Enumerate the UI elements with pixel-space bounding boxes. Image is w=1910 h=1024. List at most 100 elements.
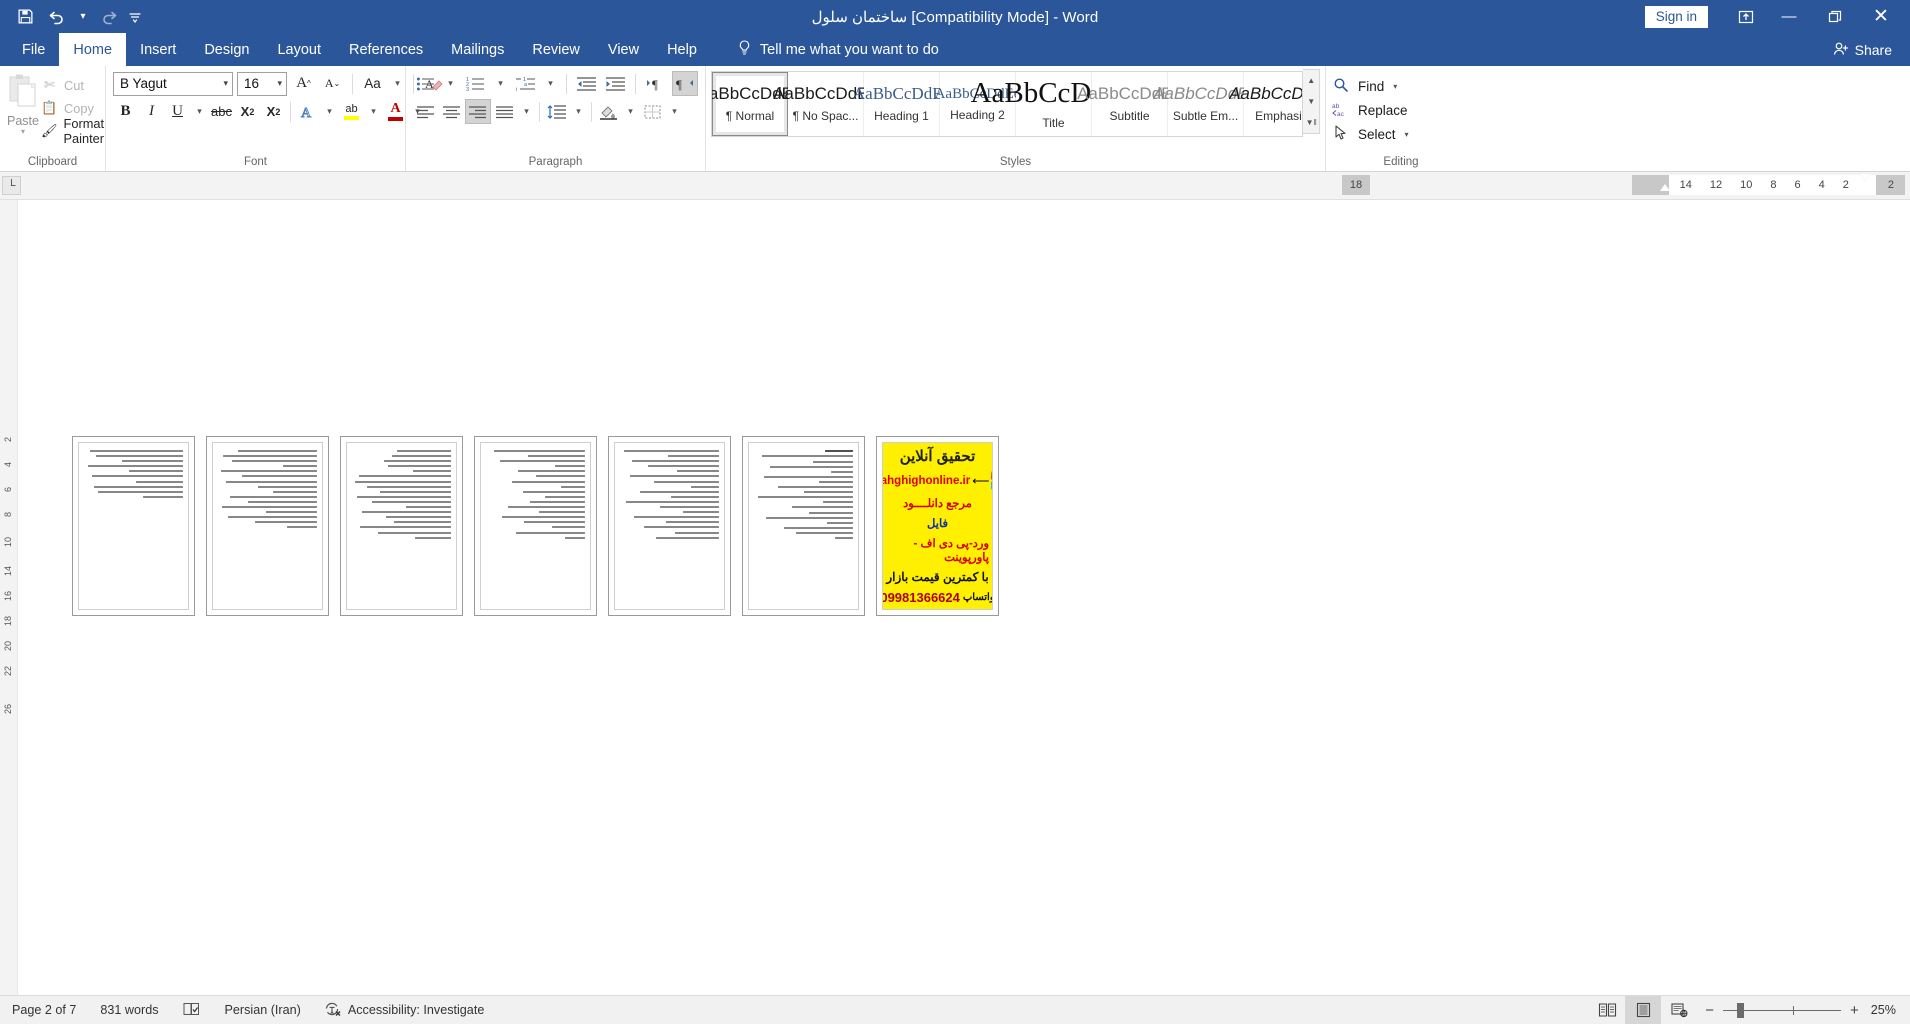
tab-file[interactable]: File	[8, 33, 59, 66]
replace-button[interactable]: ab ac Replace	[1331, 98, 1408, 122]
shading-button[interactable]	[596, 99, 621, 124]
line-spacing-dropdown-icon[interactable]: ▾	[570, 99, 587, 124]
change-case-button[interactable]: Aa	[360, 71, 385, 96]
page-indicator[interactable]: Page 2 of 7	[0, 996, 88, 1024]
underline-dropdown-icon[interactable]: ▾	[191, 99, 208, 124]
tab-references[interactable]: References	[335, 33, 437, 66]
underline-button[interactable]: U	[165, 99, 190, 124]
zoom-in-button[interactable]: +	[1850, 1002, 1859, 1019]
select-dropdown-icon[interactable]: ▾	[1405, 130, 1409, 139]
tab-view[interactable]: View	[594, 33, 653, 66]
font-size-dropdown-icon[interactable]: ▾	[271, 78, 282, 89]
styles-more-icon[interactable]: ▼‖	[1303, 112, 1319, 133]
accessibility-checker[interactable]: Accessibility: Investigate	[313, 996, 497, 1024]
text-highlight-color-button[interactable]: ab	[339, 99, 364, 124]
minimize-button[interactable]: —	[1766, 0, 1812, 33]
styles-scroll-down-icon[interactable]: ▼	[1303, 91, 1319, 112]
change-case-dropdown-icon[interactable]: ▾	[389, 71, 406, 96]
bold-button[interactable]: B	[113, 99, 138, 124]
multilevel-list-button[interactable]: 1ai	[513, 71, 538, 96]
zoom-control[interactable]: − +	[1697, 1002, 1871, 1019]
tab-layout[interactable]: Layout	[263, 33, 335, 66]
increase-indent-button[interactable]	[603, 71, 628, 96]
customize-quick-access-toolbar-icon[interactable]	[126, 4, 144, 30]
decrease-indent-button[interactable]	[574, 71, 599, 96]
align-center-button[interactable]	[439, 99, 464, 124]
style-normal[interactable]: AaBbCcDdEe ¶ Normal	[712, 72, 802, 136]
style-subtitle[interactable]: AaBbCcDdEe Subtitle	[1077, 72, 1182, 136]
align-right-button[interactable]	[465, 99, 491, 124]
font-name-dropdown-icon[interactable]: ▾	[217, 78, 228, 89]
style-subtle-emphasis[interactable]: AaBbCcDdEe Subtle Em...	[1153, 72, 1258, 136]
font-name-combo[interactable]: B Yagut ▾	[113, 71, 233, 96]
web-layout-view-button[interactable]	[1661, 996, 1697, 1024]
borders-dropdown-icon[interactable]: ▾	[666, 99, 683, 124]
proofing-status[interactable]	[171, 996, 213, 1024]
find-dropdown-icon[interactable]: ▾	[1393, 82, 1397, 91]
document-page-4[interactable]	[474, 436, 597, 616]
font-size-combo[interactable]: 16 ▾	[237, 71, 287, 96]
redo-icon[interactable]	[94, 4, 124, 30]
undo-dropdown-icon[interactable]: ▾	[74, 4, 92, 30]
align-left-button[interactable]	[413, 99, 438, 124]
shading-dropdown-icon[interactable]: ▾	[622, 99, 639, 124]
bullets-dropdown-icon[interactable]: ▾	[442, 71, 459, 96]
zoom-percentage[interactable]: 25%	[1871, 1003, 1910, 1017]
line-and-paragraph-spacing-button[interactable]	[544, 99, 569, 124]
bullets-button[interactable]	[413, 71, 438, 96]
italic-button[interactable]: I	[139, 99, 164, 124]
sign-in-button[interactable]: Sign in	[1644, 5, 1708, 28]
tab-insert[interactable]: Insert	[126, 33, 190, 66]
text-effects-button[interactable]: A	[295, 99, 320, 124]
document-page-2[interactable]	[206, 436, 329, 616]
save-icon[interactable]	[10, 4, 40, 30]
zoom-slider[interactable]	[1723, 1002, 1842, 1018]
close-button[interactable]: ✕	[1858, 0, 1904, 33]
style-emphasis[interactable]: AaBbCcDdEe Emphasis	[1229, 72, 1303, 136]
document-page-6[interactable]	[742, 436, 865, 616]
shrink-font-button[interactable]: A ⌄	[320, 71, 345, 96]
hanging-indent-markers[interactable]	[1858, 174, 1874, 195]
numbering-dropdown-icon[interactable]: ▾	[492, 71, 509, 96]
borders-button[interactable]	[640, 99, 665, 124]
multilevel-list-dropdown-icon[interactable]: ▾	[542, 71, 559, 96]
document-page-5[interactable]	[608, 436, 731, 616]
styles-gallery[interactable]: AaBbCcDdEe ¶ Normal AaBbCcDdEe ¶ No Spac…	[711, 71, 1304, 137]
tab-help[interactable]: Help	[653, 33, 711, 66]
styles-scroll-up-icon[interactable]: ▲	[1303, 70, 1319, 91]
paste-dropdown-icon[interactable]: ▾	[21, 128, 25, 136]
ribbon-display-options-icon[interactable]	[1726, 0, 1766, 33]
text-effects-dropdown-icon[interactable]: ▾	[321, 99, 338, 124]
document-page-7[interactable]: تحقیق آنلاین Tahghighonline.ir ⟵ مرجع دا…	[876, 436, 999, 616]
tell-me-search[interactable]: Tell me what you want to do	[725, 33, 951, 66]
print-layout-view-button[interactable]	[1625, 995, 1662, 1024]
select-button[interactable]: Select ▾	[1331, 122, 1409, 146]
superscript-button[interactable]: X2	[261, 99, 286, 124]
share-button[interactable]: Share	[1833, 33, 1910, 66]
word-count[interactable]: 831 words	[88, 996, 170, 1024]
styles-scroll-controls[interactable]: ▲ ▼ ▼‖	[1303, 69, 1320, 134]
justify-button[interactable]	[492, 99, 517, 124]
copy-button[interactable]: 📋 Copy	[41, 98, 105, 118]
left-to-right-text-direction-button[interactable]: ¶	[643, 71, 668, 96]
tab-home[interactable]: Home	[59, 33, 127, 66]
restore-button[interactable]	[1812, 0, 1858, 33]
subscript-button[interactable]: X2	[235, 99, 260, 124]
grow-font-button[interactable]: A ^	[291, 71, 316, 96]
style-heading-1[interactable]: AaBbCcDdEe Heading 1	[853, 72, 950, 136]
vertical-ruler[interactable]: 2 4 6 8 10 14 16 18 20 22 26	[0, 200, 18, 995]
style-title[interactable]: AaBbCcDdEe Title	[971, 72, 1136, 136]
tab-mailings[interactable]: Mailings	[437, 33, 518, 66]
font-color-button[interactable]: A	[383, 99, 408, 124]
style-no-spacing[interactable]: AaBbCcDdEe ¶ No Spac...	[773, 72, 878, 136]
zoom-out-button[interactable]: −	[1705, 1002, 1714, 1019]
horizontal-ruler[interactable]: 14 12 10 8 6 4 2 2	[1631, 174, 1905, 195]
highlight-dropdown-icon[interactable]: ▾	[365, 99, 382, 124]
find-button[interactable]: Find ▾	[1331, 74, 1397, 98]
cut-button[interactable]: ✄ Cut	[41, 75, 105, 95]
tab-review[interactable]: Review	[518, 33, 594, 66]
read-mode-view-button[interactable]	[1589, 996, 1625, 1024]
strikethrough-button[interactable]: abc	[209, 99, 234, 124]
numbering-button[interactable]: 123	[463, 71, 488, 96]
zoom-slider-thumb[interactable]	[1737, 1002, 1745, 1018]
